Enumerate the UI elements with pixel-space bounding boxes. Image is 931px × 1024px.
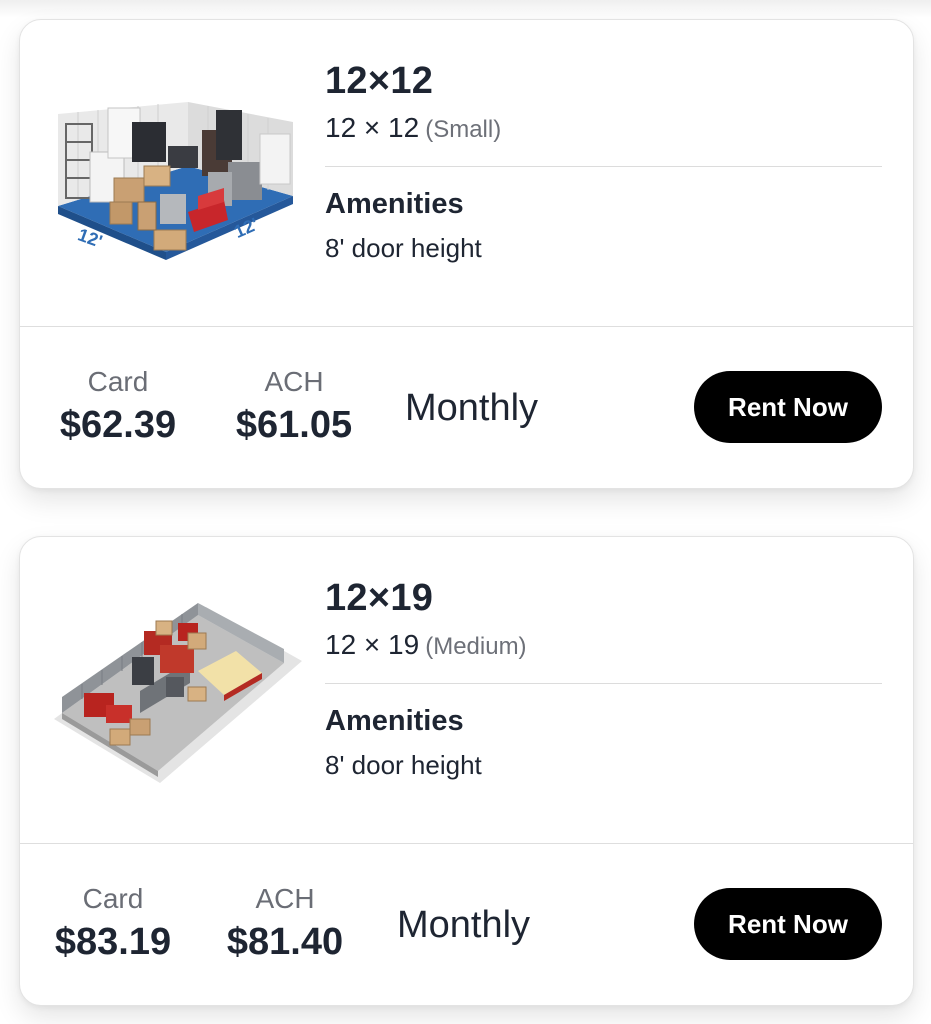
unit-size-class: (Medium) (425, 633, 527, 660)
billing-period: Monthly (405, 387, 539, 429)
amenities-heading: Amenities (325, 188, 464, 220)
amenity-item: 8' door height (325, 750, 482, 780)
card-price-block: Card $83.19 (48, 882, 178, 966)
billing-period: Monthly (397, 904, 531, 946)
rent-now-button[interactable]: Rent Now (694, 888, 882, 960)
unit-title: 12×19 (325, 577, 434, 619)
unit-card-details: 12' 12' 12×12 12 × 12 (Small) Amenities 8… (20, 20, 913, 327)
unit-size-class: (Small) (425, 116, 502, 143)
rent-now-button[interactable]: Rent Now (694, 371, 882, 443)
ach-price-value: $61.05 (235, 404, 353, 446)
unit-card-pricing: Card $62.39 ACH $61.05 Monthly Rent Now (20, 327, 913, 488)
page-top-shadow (0, 0, 931, 18)
ach-price-block: ACH $61.05 (228, 365, 360, 449)
storage-unit-12x12-image: 12' 12' (58, 102, 293, 260)
card-price-label: Card (87, 366, 149, 397)
ach-price-block: ACH $81.40 (218, 882, 352, 966)
unit-card-details: 12×19 12 × 19 (Medium) Amenities 8' door … (20, 537, 913, 844)
ach-price-label: ACH (264, 366, 324, 397)
card-price-value: $83.19 (54, 921, 172, 963)
card-price-block: Card $62.39 (50, 365, 186, 449)
unit-dimensions-value: 12 × 19 (325, 629, 420, 660)
unit-card-pricing: Card $83.19 ACH $81.40 Monthly Rent Now (20, 844, 913, 1005)
unit-dimensions: 12 × 19 (Medium) (325, 629, 527, 661)
details-divider (325, 166, 882, 167)
unit-card: 12' 12' 12×12 12 × 12 (Small) Amenities 8… (19, 19, 914, 489)
unit-card: 12×19 12 × 19 (Medium) Amenities 8' door … (19, 536, 914, 1006)
unit-dimensions-value: 12 × 12 (325, 112, 420, 143)
storage-unit-12x19-image (54, 603, 302, 783)
card-price-value: $62.39 (59, 404, 177, 446)
amenity-item: 8' door height (325, 233, 482, 263)
card-price-label: Card (82, 883, 144, 914)
amenities-heading: Amenities (325, 705, 464, 737)
unit-dimensions: 12 × 12 (Small) (325, 112, 501, 144)
ach-price-label: ACH (255, 883, 315, 914)
unit-title: 12×12 (325, 60, 434, 102)
ach-price-value: $81.40 (226, 921, 344, 963)
details-divider (325, 683, 882, 684)
